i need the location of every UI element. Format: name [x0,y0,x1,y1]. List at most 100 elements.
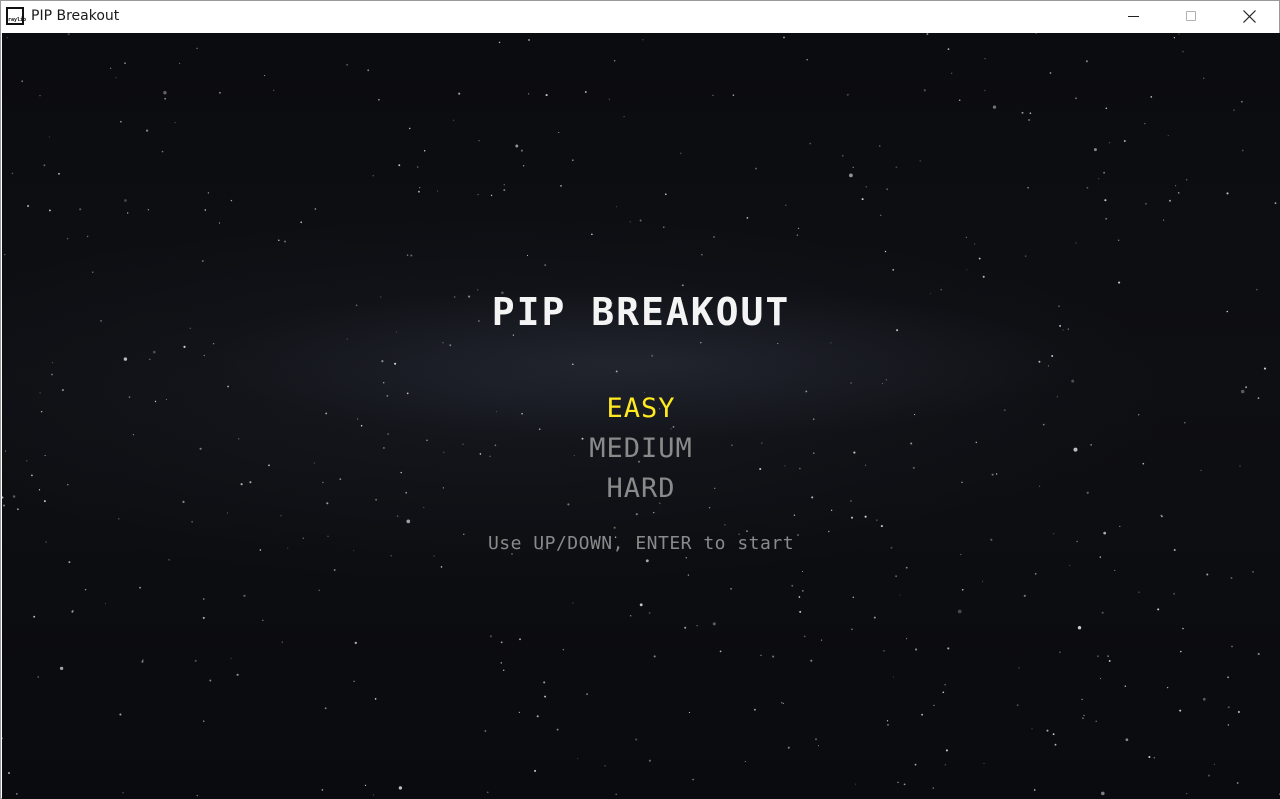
star [616,206,618,208]
star [278,239,280,242]
star [992,105,997,109]
star [522,165,525,167]
star [799,610,802,613]
star [892,269,895,271]
star [915,648,918,651]
menu-option-easy[interactable]: EASY [2,393,1280,424]
star [591,233,593,236]
star [560,185,562,187]
star [700,341,702,344]
star [926,33,929,36]
star [684,626,687,629]
star [416,166,419,168]
star [806,59,808,61]
title-bar[interactable]: raylib PIP Breakout [1,1,1279,32]
menu-option-medium[interactable]: MEDIUM [2,433,1280,464]
close-button[interactable] [1220,1,1278,32]
star [503,189,506,192]
star [604,765,606,767]
star [202,598,205,600]
star [230,199,233,202]
star [817,745,819,747]
star [147,209,150,211]
star [1227,724,1230,726]
star [1031,728,1033,730]
star [174,122,176,124]
star [571,159,574,162]
star [86,235,89,238]
star [318,589,320,592]
star [966,269,968,271]
star [378,98,380,101]
star [830,509,833,511]
star [1207,774,1211,777]
star [886,188,889,191]
star [141,660,144,663]
star [410,254,413,257]
star [27,204,30,208]
star [423,149,426,152]
star [437,190,439,192]
menu-option-hard[interactable]: HARD [2,473,1280,504]
star [803,635,806,638]
star [1077,626,1082,630]
star [945,749,948,752]
star [381,360,384,363]
star [895,575,898,578]
star [119,713,122,716]
maximize-button[interactable] [1162,1,1220,32]
star [1086,186,1089,189]
star [883,650,885,652]
star [861,198,864,201]
star [906,638,908,640]
star [139,586,142,589]
star [884,250,887,253]
star [753,708,756,711]
star [865,186,867,188]
star [887,724,889,726]
star [4,254,6,256]
star [396,515,399,517]
minimize-button[interactable] [1105,1,1163,32]
star [1161,515,1163,518]
star [1018,667,1020,669]
star [142,659,144,661]
star [1105,107,1108,109]
star [280,514,282,517]
star [797,227,800,230]
star [544,695,547,698]
star [8,772,10,774]
star [152,350,156,354]
star [1178,33,1180,35]
star [104,603,107,605]
star [1023,594,1026,597]
star [615,370,618,373]
star [1117,239,1120,242]
star [390,555,392,557]
star [1114,569,1116,571]
star [1213,763,1215,765]
star [730,587,733,590]
star [360,424,363,427]
star [518,711,521,714]
star [127,212,129,214]
star [1119,525,1121,528]
star [489,635,493,638]
star [1200,469,1202,472]
star [724,524,726,526]
star [163,90,167,95]
star [149,358,151,360]
star [1101,611,1104,614]
star [886,720,889,722]
star [440,566,443,568]
star [944,684,946,686]
star [423,506,425,509]
game-canvas[interactable]: PIP BREAKOUT EASY MEDIUM HARD Use UP/DOW… [2,33,1280,799]
star [43,164,46,167]
star [1227,676,1230,679]
star [873,616,876,619]
star [701,254,703,256]
star [300,221,303,224]
star [1085,60,1088,63]
star [572,602,574,604]
